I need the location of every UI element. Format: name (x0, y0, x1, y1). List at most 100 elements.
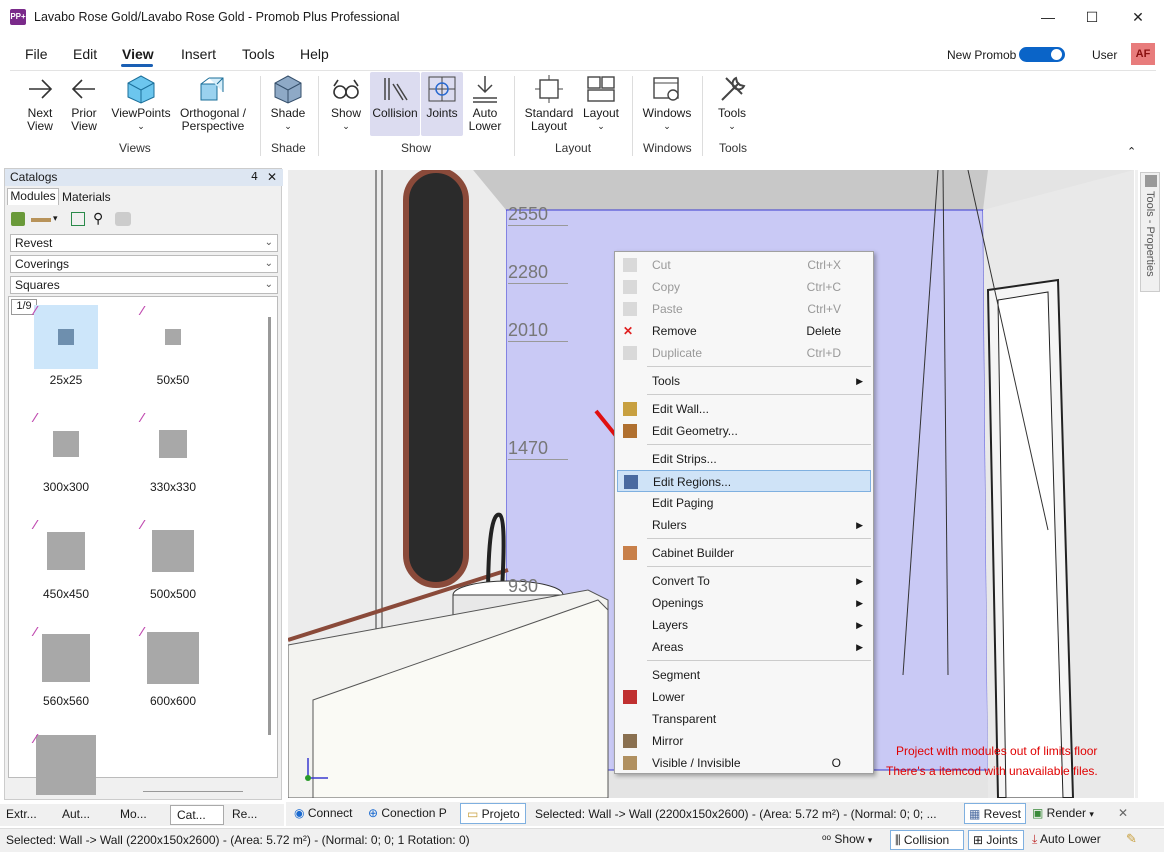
magic-wand-icon: ⁄ (34, 410, 37, 425)
menu-file[interactable]: File (25, 46, 48, 62)
context-menu-item[interactable]: Cabinet Builder (617, 542, 871, 564)
context-menu-item[interactable]: Edit Paging (617, 492, 871, 514)
prior-view-button[interactable]: Prior View (64, 74, 104, 133)
layout-button[interactable]: Layout ⌄ (580, 74, 622, 133)
connect-tab[interactable]: ◉ Connect (294, 806, 353, 820)
import-icon[interactable] (11, 212, 25, 226)
context-menu-item[interactable]: Duplicate Ctrl+D (617, 342, 871, 364)
context-menu-item[interactable]: Convert To ▶ (617, 570, 871, 592)
tab-aut[interactable]: Aut... (62, 807, 90, 821)
status-auto-lower-button[interactable]: ⤓ Auto Lower (1032, 832, 1101, 847)
copy-icon (623, 280, 637, 294)
insert-icon[interactable] (71, 212, 85, 226)
windows-label: Windows (642, 106, 692, 120)
layout-label: Layout (582, 106, 620, 120)
context-menu-item[interactable]: Edit Strips... (617, 448, 871, 470)
status-collision-button[interactable]: ⫼ Collision (890, 830, 964, 850)
filter-select-2[interactable]: Coverings ⌄ (10, 255, 278, 273)
active-menu-indicator (121, 64, 153, 67)
context-menu-item[interactable]: Mirror (617, 730, 871, 752)
catalog-item[interactable]: ⁄ 500x500 (128, 517, 218, 601)
catalog-item[interactable]: ⁄ 300x300 (21, 410, 111, 494)
pencil-icon[interactable]: ✎ (1126, 831, 1137, 847)
render-tab[interactable]: ▣ Render ▾ (1032, 806, 1094, 820)
minimize-button[interactable]: — (1025, 0, 1071, 34)
menu-tools[interactable]: Tools (242, 46, 275, 62)
context-menu-item[interactable]: Areas ▶ (617, 636, 871, 658)
context-menu-item[interactable]: Edit Geometry... (617, 420, 871, 442)
tab-materials[interactable]: Materials (62, 190, 111, 204)
standard-layout-button[interactable]: Standard Layout (520, 74, 578, 133)
context-menu-item[interactable]: Edit Wall... (617, 398, 871, 420)
dimension-label: 2280 (508, 262, 568, 284)
close-button[interactable]: ✕ (1115, 0, 1161, 34)
context-menu-item[interactable]: ✕ Remove Delete (617, 320, 871, 342)
tab-modules[interactable]: Modules (7, 188, 59, 205)
tab-mo[interactable]: Mo... (120, 807, 147, 821)
menu-view[interactable]: View (122, 46, 154, 62)
filter-select-3[interactable]: Squares ⌄ (10, 276, 278, 294)
pin-icon[interactable]: 𝟦 (251, 170, 258, 183)
status-show-button[interactable]: ᵒᵒ Show ▾ (822, 832, 872, 846)
context-menu-item[interactable]: Layers ▶ (617, 614, 871, 636)
context-menu-item[interactable]: Transparent (617, 708, 871, 730)
context-menu-item-label: Edit Strips... (652, 452, 717, 466)
collision-button[interactable]: Collision (370, 72, 420, 136)
menu-edit[interactable]: Edit (73, 46, 97, 62)
horizontal-scrollbar[interactable] (143, 791, 243, 792)
status-joints-button[interactable]: ⊞ Joints (968, 830, 1024, 850)
properties-side-tab[interactable]: Tools - Properties (1140, 172, 1160, 292)
show-button[interactable]: Show ⌄ (326, 74, 366, 133)
tools-button[interactable]: Tools ⌄ (710, 74, 754, 133)
orthogonal-perspective-button[interactable]: Orthogonal / Perspective (176, 74, 250, 133)
context-menu-item[interactable]: Segment (617, 664, 871, 686)
context-menu-item[interactable]: Visible / Invisible O (617, 752, 871, 774)
next-view-button[interactable]: Next View (18, 74, 62, 133)
user-label[interactable]: User (1092, 48, 1117, 62)
context-menu-item[interactable]: Paste Ctrl+V (617, 298, 871, 320)
catalog-item[interactable]: ⁄ 560x560 (21, 624, 111, 708)
context-menu-item[interactable]: Lower (617, 686, 871, 708)
binoculars-icon[interactable]: ⚲ (93, 210, 103, 227)
joints-button[interactable]: Joints (421, 72, 463, 136)
projeto-tab[interactable]: ▭ Projeto (460, 803, 526, 824)
context-menu-item[interactable]: Copy Ctrl+C (617, 276, 871, 298)
context-menu-item[interactable]: Edit Regions... (617, 470, 871, 492)
catalog-item[interactable]: ⁄ (21, 731, 111, 801)
context-menu-item[interactable]: Rulers ▶ (617, 514, 871, 536)
revest-tab[interactable]: ▦ Revest (964, 803, 1026, 824)
new-promob-toggle[interactable] (1019, 47, 1065, 62)
catalog-item[interactable]: ⁄ 25x25 (21, 303, 111, 387)
menu-help[interactable]: Help (300, 46, 329, 62)
collapse-ribbon-button[interactable]: ⌃ (1127, 145, 1136, 158)
context-menu-item[interactable]: Openings ▶ (617, 592, 871, 614)
tab-re[interactable]: Re... (232, 807, 257, 821)
menu-insert[interactable]: Insert (181, 46, 216, 62)
dimension-icon[interactable] (31, 218, 51, 222)
tile-preview (147, 632, 199, 684)
catalog-item[interactable]: ⁄ 600x600 (128, 624, 218, 708)
catalog-item[interactable]: ⁄ 330x330 (128, 410, 218, 494)
auto-lower-label-2: Lower (468, 119, 502, 133)
connect-label: Connect (307, 806, 353, 820)
filter-select-1[interactable]: Revest ⌄ (10, 234, 278, 252)
submenu-arrow-icon: ▶ (856, 576, 863, 586)
auto-lower-button[interactable]: Auto Lower (465, 74, 505, 133)
close-tab-icon[interactable]: ✕ (1118, 806, 1128, 820)
close-panel-icon[interactable]: ✕ (267, 170, 277, 184)
context-menu-item[interactable]: Tools ▶ (617, 370, 871, 392)
conection-tab[interactable]: ⊕ Conection P (368, 806, 447, 820)
chevron-down-icon[interactable]: ▾ (53, 213, 58, 224)
tab-catalogs[interactable]: Cat... (170, 805, 224, 825)
windows-button[interactable]: Windows ⌄ (640, 74, 694, 133)
properties-tab-label: Tools - Properties (1144, 191, 1156, 277)
scrollbar[interactable] (268, 317, 271, 735)
catalog-item[interactable]: ⁄ 450x450 (21, 517, 111, 601)
shade-button[interactable]: Shade ⌄ (266, 74, 310, 133)
maximize-button[interactable]: ☐ (1069, 0, 1115, 34)
catalog-item[interactable]: ⁄ 50x50 (128, 303, 218, 387)
viewpoints-button[interactable]: ViewPoints ⌄ (108, 74, 174, 133)
tab-extr[interactable]: Extr... (6, 807, 37, 821)
context-menu-item[interactable]: Cut Ctrl+X (617, 254, 871, 276)
avatar[interactable]: AF (1131, 43, 1155, 65)
